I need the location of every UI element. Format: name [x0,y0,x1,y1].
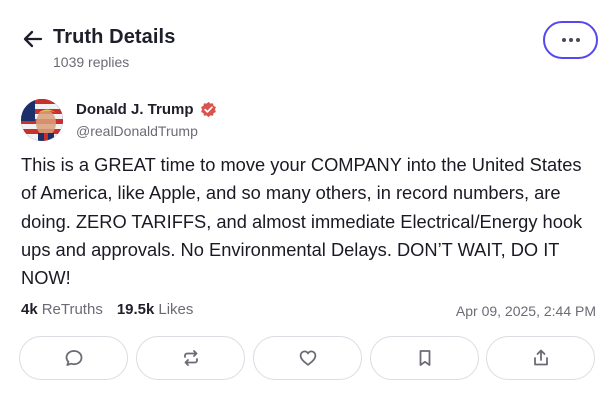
bookmark-icon [419,350,430,366]
author-name-row: Donald J. Trump [76,101,217,118]
page-title: Truth Details [53,26,176,48]
verified-badge-icon [200,101,216,118]
retruth-icon [183,350,198,366]
post-stats: 4k ReTruths 19.5k Likes [21,301,207,318]
arrow-left-icon [23,30,43,48]
replies-count: 1039 replies [53,54,130,70]
page-header: Truth Details 1039 replies [0,0,614,82]
retruth-button[interactable] [136,336,245,380]
like-button[interactable] [253,336,362,380]
like-heart-icon [299,350,316,366]
more-horizontal-icon [561,38,580,42]
retruths-label[interactable]: ReTruths [42,301,103,318]
action-bar [19,336,595,380]
retruths-count[interactable]: 4k [21,301,38,318]
likes-count[interactable]: 19.5k [117,301,155,318]
bookmark-button[interactable] [370,336,479,380]
avatar[interactable] [21,99,63,141]
share-icon [533,349,548,366]
likes-label[interactable]: Likes [158,301,193,318]
more-options-button[interactable] [543,21,598,59]
share-button[interactable] [486,336,595,380]
author-name[interactable]: Donald J. Trump [76,101,194,118]
post-timestamp: Apr 09, 2025, 2:44 PM [455,303,596,319]
post-body: This is a GREAT time to move your COMPAN… [21,154,583,289]
avatar-image [21,99,63,141]
back-button[interactable] [22,28,44,50]
reply-button[interactable] [19,336,128,380]
author-handle[interactable]: @realDonaldTrump [76,123,198,139]
reply-icon [65,350,82,366]
